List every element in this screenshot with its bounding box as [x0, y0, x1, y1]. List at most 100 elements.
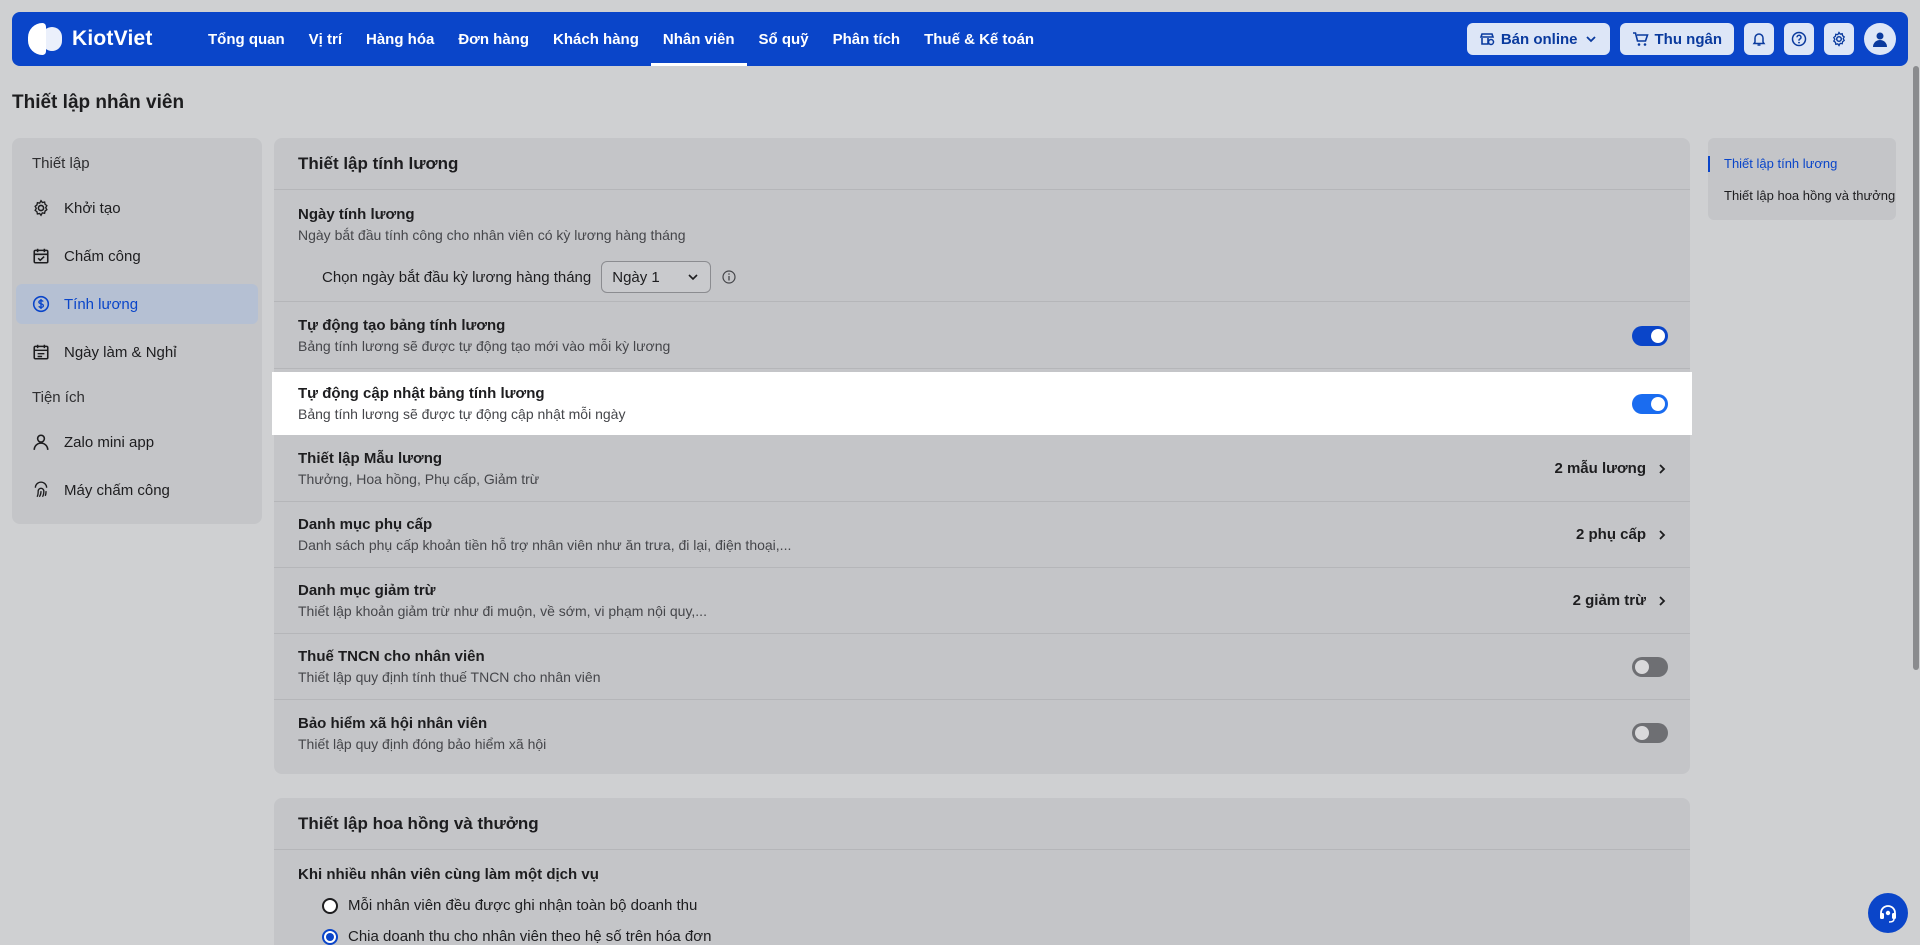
auto-update-row: Tự động cập nhật bảng tính lương Bảng tí…: [272, 372, 1692, 435]
auto-create-toggle[interactable]: [1632, 325, 1668, 346]
chevron-right-icon: [1659, 463, 1666, 474]
brand-name: KiotViet: [72, 27, 153, 50]
calendar-icon: [33, 344, 49, 360]
nav-item-locations[interactable]: Vị trí: [297, 12, 354, 66]
commission-question: Khi nhiều nhân viên cùng làm một dịch vụ: [298, 866, 599, 883]
allowances-title: Danh mục phụ cấp: [298, 516, 433, 533]
settings-sidebar: Thiết lập Khởi tạo Chấm công Tính lương …: [12, 138, 262, 524]
nav-item-customers[interactable]: Khách hàng: [541, 12, 651, 66]
salary-templates-desc: Thưởng, Hoa hồng, Phụ cấp, Giảm trừ: [298, 471, 540, 487]
pay-day-desc: Ngày bắt đầu tính công cho nhân viên có …: [298, 227, 686, 243]
anchor-commission-settings[interactable]: Thiết lập hoa hồng và thưởng: [1708, 184, 1896, 208]
payroll-settings-card: Thiết lập tính lương Ngày tính lương Ngà…: [272, 138, 1692, 774]
sidebar-section-settings: Thiết lập: [32, 155, 90, 172]
radio-button-checked[interactable]: [322, 928, 338, 945]
user-icon: [33, 434, 49, 450]
kiotviet-logo[interactable]: KiotViet: [28, 21, 178, 57]
help-icon: [1791, 31, 1807, 47]
auto-create-row: Tự động tạo bảng tính lương Bảng tính lư…: [274, 303, 1690, 369]
notifications-button[interactable]: [1744, 23, 1774, 55]
calendar-check-icon: [33, 248, 49, 264]
commission-settings-title: Thiết lập hoa hồng và thưởng: [274, 798, 1690, 850]
pay-day-select[interactable]: Ngày 1: [601, 261, 712, 293]
commission-option-full-revenue[interactable]: Mỗi nhân viên đều được ghi nhận toàn bộ …: [322, 897, 1690, 914]
info-icon[interactable]: [721, 269, 737, 285]
kiotviet-logo-icon: [28, 21, 64, 57]
personal-income-tax-desc: Thiết lập quy định tính thuế TNCN cho nh…: [298, 669, 601, 685]
section-anchor-nav: Thiết lập tính lương Thiết lập hoa hồng …: [1708, 138, 1896, 220]
sidebar-item-payroll[interactable]: Tính lương: [16, 284, 258, 324]
nav-item-analytics[interactable]: Phân tích: [821, 12, 913, 66]
deductions-row[interactable]: Danh mục giảm trừ Thiết lập khoản giảm t…: [274, 568, 1690, 634]
main-nav: Tổng quan Vị trí Hàng hóa Đơn hàng Khách…: [196, 12, 1046, 66]
top-actions: Bán online Thu ngân: [1466, 23, 1896, 55]
bell-icon: [1752, 33, 1766, 46]
allowances-row[interactable]: Danh mục phụ cấp Danh sách phụ cấp khoản…: [274, 502, 1690, 568]
social-insurance-toggle[interactable]: [1632, 723, 1668, 743]
sidebar-item-label: Máy chấm công: [64, 481, 170, 499]
allowances-desc: Danh sách phụ cấp khoản tiền hỗ trợ nhân…: [298, 537, 792, 553]
nav-item-products[interactable]: Hàng hóa: [354, 12, 446, 66]
social-insurance-desc: Thiết lập quy định đóng bảo hiểm xã hội: [298, 735, 547, 752]
salary-templates-row[interactable]: Thiết lập Mẫu lương Thưởng, Hoa hồng, Ph…: [274, 436, 1690, 502]
personal-income-tax-row: Thuế TNCN cho nhân viên Thiết lập quy đị…: [274, 634, 1690, 700]
allowances-link[interactable]: 2 phụ cấp: [1576, 526, 1668, 543]
cashier-button[interactable]: Thu ngân: [1619, 23, 1734, 55]
page-scrollbar[interactable]: [1912, 66, 1920, 945]
headset-icon: [1880, 905, 1896, 923]
anchor-payroll-settings[interactable]: Thiết lập tính lương: [1708, 152, 1896, 176]
salary-templates-count: 2 mẫu lương: [1554, 460, 1646, 477]
chevron-down-icon: [688, 274, 698, 281]
page-title: Thiết lập nhân viên: [12, 92, 185, 113]
deductions-count: 2 giảm trừ: [1572, 592, 1646, 609]
commission-option-split-revenue[interactable]: Chia doanh thu cho nhân viên theo hệ số …: [322, 928, 1690, 945]
sidebar-item-timekeeping[interactable]: Chấm công: [16, 236, 258, 276]
commission-option-label: Chia doanh thu cho nhân viên theo hệ số …: [348, 928, 712, 945]
chevron-down-icon: [1585, 36, 1596, 43]
nav-item-employees[interactable]: Nhân viên: [650, 12, 747, 66]
pay-day-select-label: Chọn ngày bắt đầu kỳ lương hàng tháng: [322, 268, 592, 286]
user-avatar-icon: [1873, 32, 1887, 47]
sell-online-label: Bán online: [1500, 30, 1578, 48]
auto-create-title: Tự động tạo bảng tính lương: [298, 317, 506, 334]
sidebar-item-label: Khởi tạo: [64, 199, 121, 217]
chevron-right-icon: [1659, 529, 1666, 540]
scrollbar-thumb[interactable]: [1913, 66, 1919, 670]
settings-button[interactable]: [1824, 23, 1854, 55]
chevron-right-icon: [1659, 595, 1666, 606]
user-avatar-button[interactable]: [1864, 23, 1896, 55]
gear-icon: [34, 199, 48, 217]
personal-income-tax-title: Thuế TNCN cho nhân viên: [298, 648, 485, 665]
salary-templates-link[interactable]: 2 mẫu lương: [1554, 460, 1668, 477]
dollar-circle-icon: [32, 295, 50, 313]
radio-button[interactable]: [322, 897, 338, 914]
nav-item-tax-accounting[interactable]: Thuế & Kế toán: [912, 12, 1046, 66]
deductions-link[interactable]: 2 giảm trừ: [1573, 592, 1668, 609]
auto-update-title: Tự động cập nhật bảng tính lương: [298, 385, 545, 402]
pay-day-select-value: Ngày 1: [612, 268, 660, 286]
cart-icon: [1632, 32, 1649, 46]
sidebar-item-label: Zalo mini app: [64, 433, 155, 451]
nav-item-overview[interactable]: Tổng quan: [196, 12, 297, 66]
nav-item-cashbook[interactable]: Sổ quỹ: [747, 12, 821, 66]
sidebar-item-setup[interactable]: Khởi tạo: [16, 188, 258, 228]
allowances-count: 2 phụ cấp: [1575, 526, 1646, 543]
sell-online-button[interactable]: Bán online: [1466, 23, 1610, 55]
auto-create-desc: Bảng tính lương sẽ được tự động tạo mới …: [298, 338, 671, 354]
auto-update-toggle[interactable]: [1632, 393, 1668, 414]
salary-templates-title: Thiết lập Mẫu lương: [298, 450, 443, 467]
top-navigation-bar: KiotViet Tổng quan Vị trí Hàng hóa Đơn h…: [12, 12, 1908, 66]
sidebar-item-time-clock[interactable]: Máy chấm công: [16, 470, 258, 510]
pay-day-title: Ngày tính lương: [298, 206, 415, 223]
sidebar-item-label: Chấm công: [64, 247, 141, 265]
gear-icon: [1832, 31, 1846, 47]
personal-income-tax-toggle[interactable]: [1632, 656, 1668, 677]
payroll-settings-title: Thiết lập tính lương: [274, 138, 1690, 190]
sidebar-item-workdays-leave[interactable]: Ngày làm & Nghỉ: [16, 332, 258, 372]
social-insurance-row: Bảo hiểm xã hội nhân viên Thiết lập quy …: [274, 700, 1690, 766]
nav-item-orders[interactable]: Đơn hàng: [446, 12, 541, 66]
help-button[interactable]: [1784, 23, 1814, 55]
support-chat-button[interactable]: [1868, 893, 1908, 933]
deductions-title: Danh mục giảm trừ: [298, 582, 436, 599]
sidebar-item-zalo-mini-app[interactable]: Zalo mini app: [16, 422, 258, 462]
